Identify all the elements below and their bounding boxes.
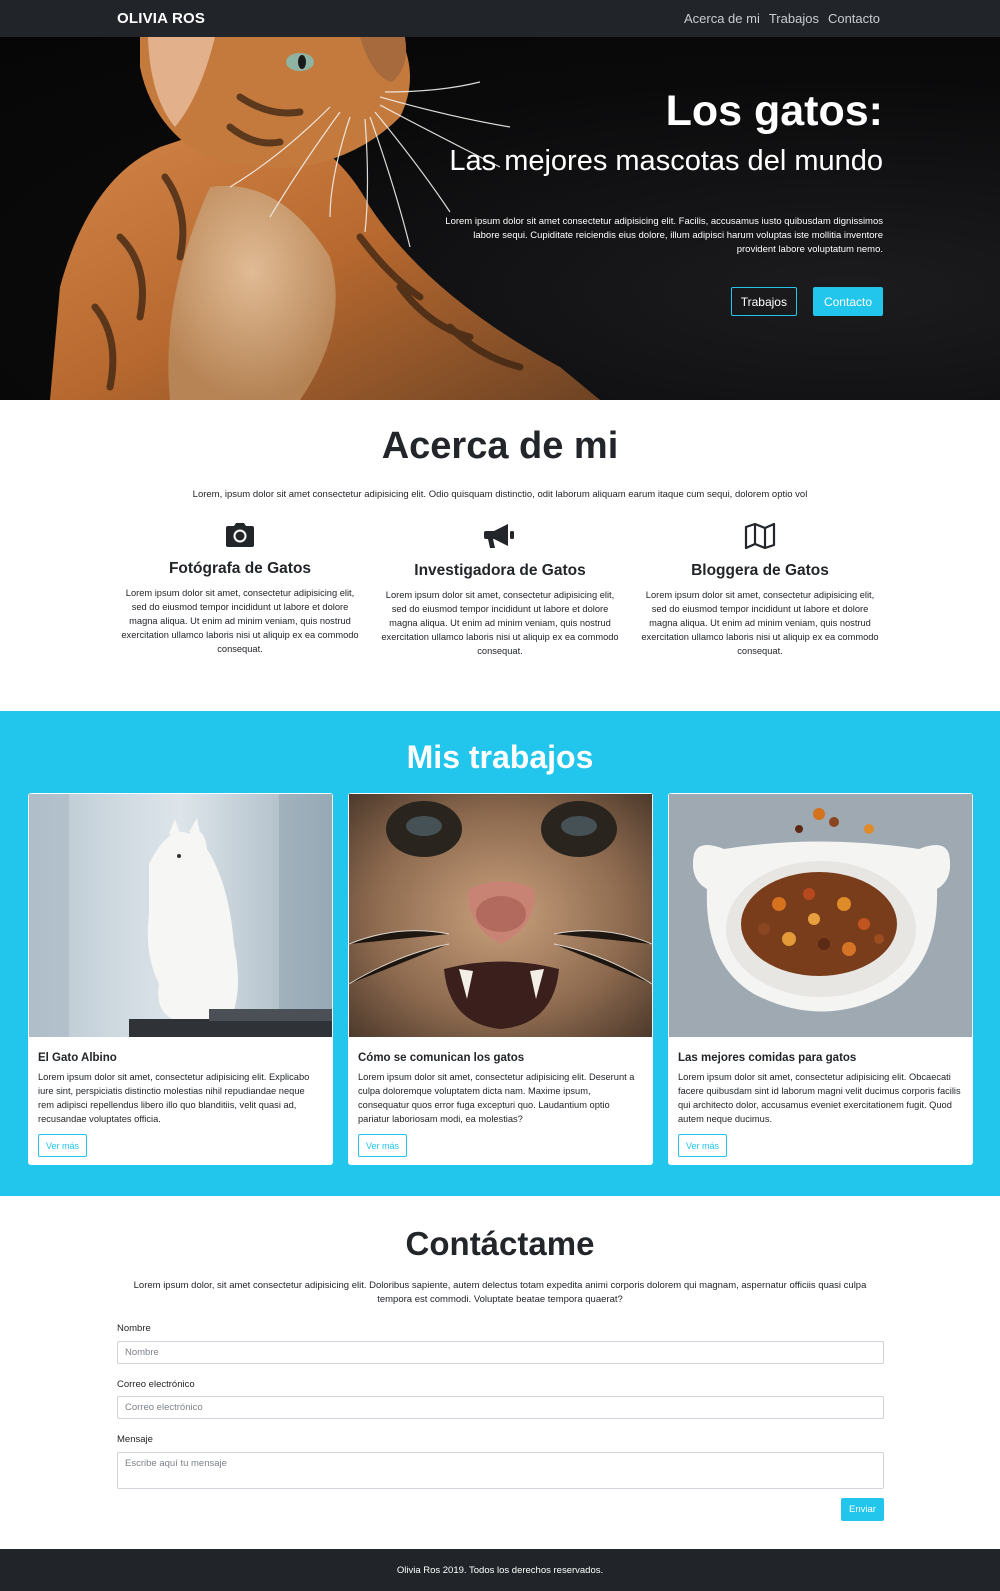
name-input[interactable] <box>117 1341 884 1364</box>
card-text: Lorem ipsum dolor sit amet, consectetur … <box>678 1072 961 1124</box>
about-intro: Lorem, ipsum dolor sit amet consectetur … <box>192 489 808 500</box>
about-title: Acerca de mi <box>381 425 619 467</box>
feature-title: Bloggera de Gatos <box>691 562 829 579</box>
megaphone-icon <box>484 524 514 548</box>
card-title: El Gato Albino <box>38 1052 117 1064</box>
cat-closeup-photo <box>349 794 652 1037</box>
feature-text: Lorem ipsum dolor sit amet, consectetur … <box>641 590 879 656</box>
feature-text: Lorem ipsum dolor sit amet, consectetur … <box>121 588 359 654</box>
hero-subtitle: Las mejores mascotas del mundo <box>449 145 883 177</box>
feature-title: Investigadora de Gatos <box>414 562 586 579</box>
hero-contact-button[interactable]: Contacto <box>812 287 883 316</box>
work-card: Las mejores comidas para gatos Lorem ips… <box>668 793 973 1165</box>
work-card: Cómo se comunican los gatos Lorem ipsum … <box>348 793 653 1165</box>
hero-title: Los gatos: <box>665 87 883 135</box>
map-icon <box>744 522 776 550</box>
card-text: Lorem ipsum dolor sit amet, consectetur … <box>38 1072 310 1124</box>
navbar: OLIVIA ROS Acerca de mi Trabajos Contact… <box>0 0 1000 37</box>
feature-blogger: Bloggera de Gatos Lorem ipsum dolor sit … <box>638 522 882 658</box>
email-input[interactable] <box>117 1396 884 1419</box>
footer-text: Olivia Ros 2019. Todos los derechos rese… <box>396 1565 604 1576</box>
card-more-button[interactable]: Ver más <box>38 1134 88 1157</box>
card-text: Lorem ipsum dolor sit amet, consectetur … <box>358 1072 635 1124</box>
card-title: Cómo se comunican los gatos <box>358 1052 525 1064</box>
hero-actions: Trabajos Contacto <box>730 287 883 316</box>
hero-works-button[interactable]: Trabajos <box>730 287 797 316</box>
camera-icon <box>226 523 254 547</box>
nav-link-about[interactable]: Acerca de mi <box>684 11 760 26</box>
nav-link-works[interactable]: Trabajos <box>769 11 819 26</box>
message-label: Mensaje <box>117 1434 153 1445</box>
feature-title: Fotógrafa de Gatos <box>168 560 312 577</box>
name-label: Nombre <box>117 1323 151 1334</box>
brand-logo[interactable]: OLIVIA ROS <box>117 10 205 27</box>
message-textarea[interactable] <box>117 1452 884 1489</box>
nav-link-contact[interactable]: Contacto <box>828 11 880 26</box>
contact-intro: Lorem ipsum dolor, sit amet consectetur … <box>133 1280 867 1305</box>
feature-text: Lorem ipsum dolor sit amet, consectetur … <box>381 590 619 656</box>
feature-researcher: Investigadora de Gatos Lorem ipsum dolor… <box>378 522 622 658</box>
email-label: Correo electrónico <box>117 1379 195 1390</box>
hero-text: Lorem ipsum dolor sit amet consectetur a… <box>445 216 883 255</box>
feature-photographer: Fotógrafa de Gatos Lorem ipsum dolor sit… <box>118 522 362 656</box>
card-title: Las mejores comidas para gatos <box>678 1052 857 1064</box>
cat-food-bowl-photo <box>669 794 972 1037</box>
contact-title: Contáctame <box>405 1225 595 1262</box>
white-cat-photo <box>29 794 332 1037</box>
work-card: El Gato Albino Lorem ipsum dolor sit ame… <box>28 793 333 1165</box>
footer: Olivia Ros 2019. Todos los derechos rese… <box>0 1549 1000 1591</box>
card-more-button[interactable]: Ver más <box>678 1134 728 1157</box>
nav-links: Acerca de mi Trabajos Contacto <box>684 11 880 26</box>
hero-section: Los gatos: Las mejores mascotas del mund… <box>0 37 1000 400</box>
card-more-button[interactable]: Ver más <box>358 1134 408 1157</box>
send-button[interactable]: Enviar <box>841 1498 884 1521</box>
works-title: Mis trabajos <box>406 739 594 775</box>
works-section: Mis trabajos El Gato Albino Lorem ipsum … <box>0 711 1000 1196</box>
